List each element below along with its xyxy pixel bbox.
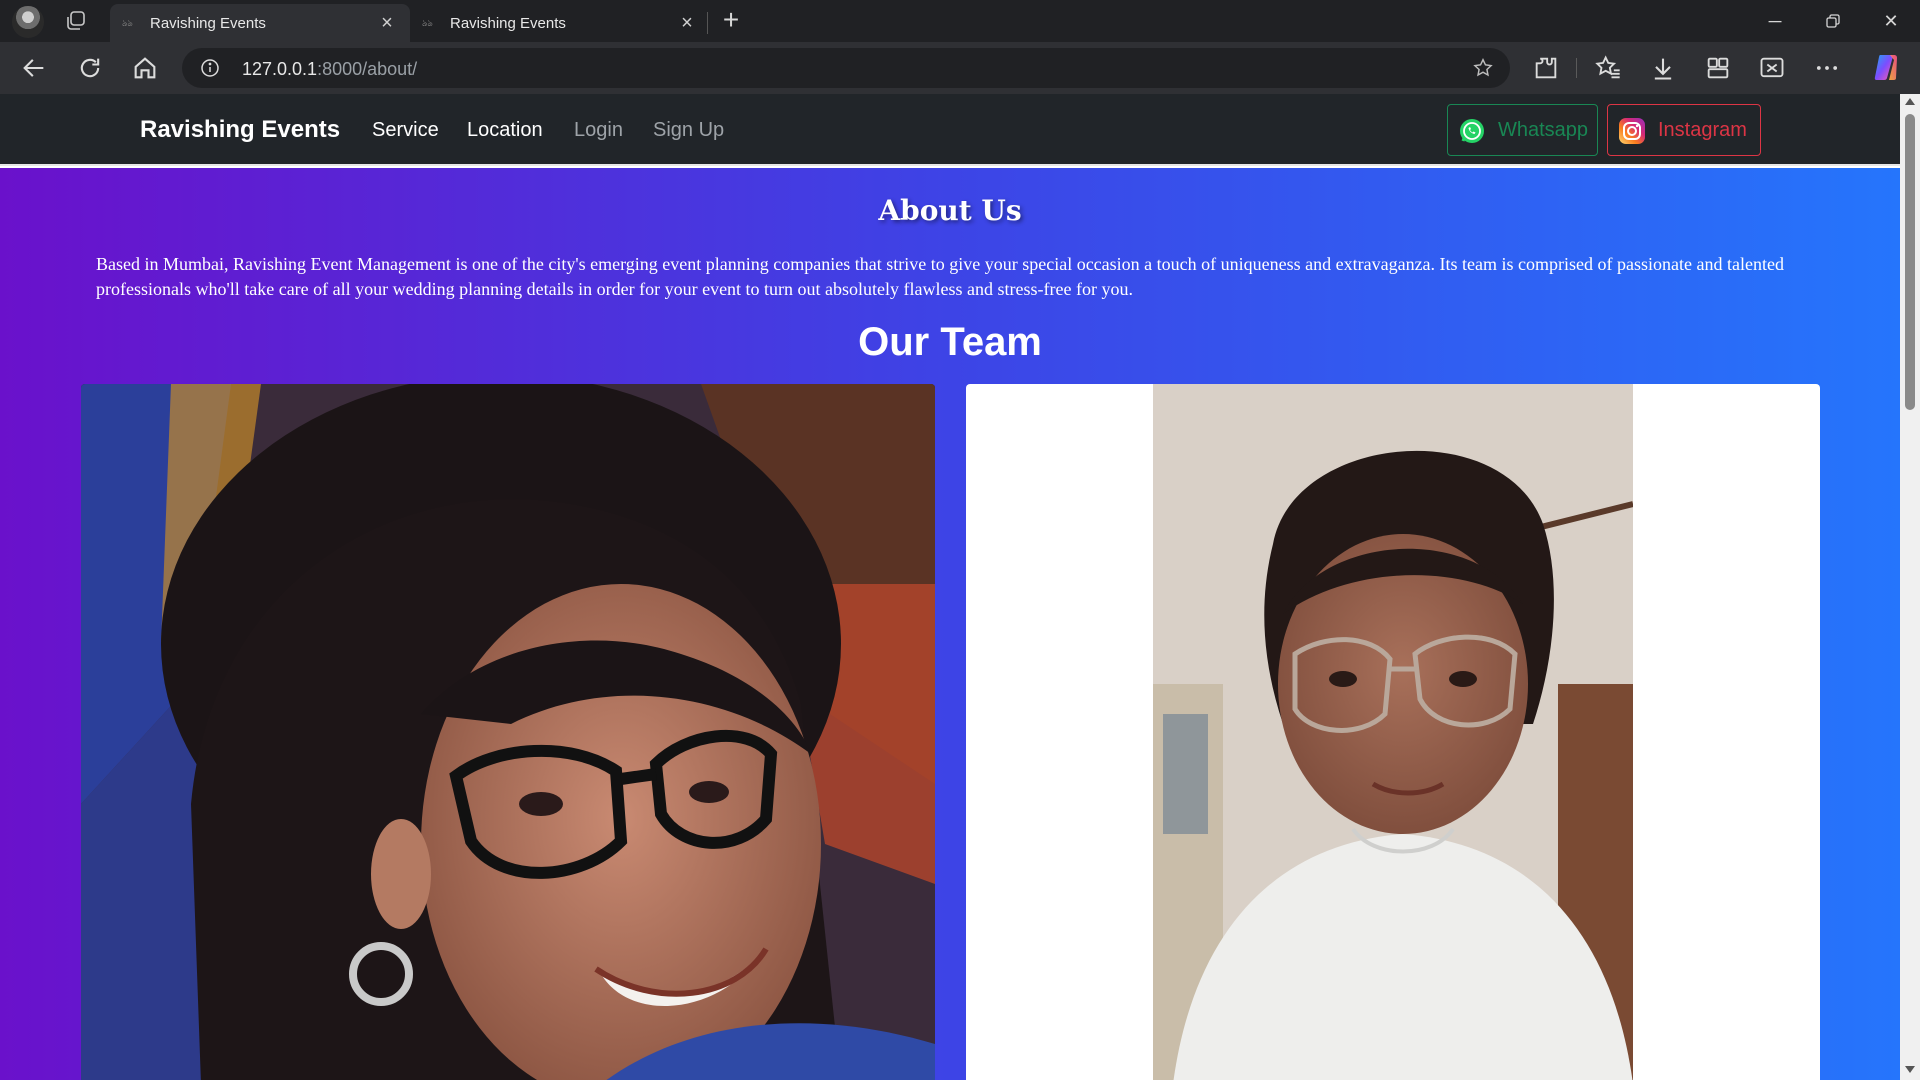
restore-button[interactable]	[1810, 6, 1856, 36]
whatsapp-label: Whatsapp	[1498, 119, 1589, 141]
instagram-label: Instagram	[1658, 119, 1747, 141]
whatsapp-icon	[1460, 119, 1484, 143]
refresh-icon[interactable]	[76, 54, 104, 82]
home-icon[interactable]	[131, 54, 159, 82]
more-icon[interactable]	[1813, 54, 1841, 82]
tab-title: Ravishing Events	[150, 15, 266, 32]
favorite-star-icon[interactable]	[1472, 57, 1494, 79]
tab-divider	[707, 12, 708, 34]
page-scrollbar[interactable]	[1900, 94, 1920, 1080]
site-navbar: Ravishing Events Service Location Login …	[0, 94, 1900, 166]
toolbar-divider	[1576, 58, 1577, 78]
navbar-brand[interactable]: Ravishing Events	[140, 116, 340, 144]
browser-toolbar: 127.0.0.1:8000/about/	[0, 42, 1920, 94]
about-title: About Us	[878, 194, 1022, 227]
tab-favicon-icon: ঌঌ	[422, 18, 433, 28]
tab-title: Ravishing Events	[450, 15, 566, 32]
instagram-button[interactable]: Instagram	[1607, 104, 1761, 156]
scrollbar-thumb[interactable]	[1905, 114, 1915, 410]
team-member-photo-2	[1153, 384, 1633, 1080]
nav-link-service[interactable]: Service	[372, 119, 439, 142]
scroll-up-arrow-icon[interactable]	[1905, 98, 1915, 105]
screenshot-icon[interactable]	[1758, 54, 1786, 82]
favorites-icon[interactable]	[1594, 54, 1622, 82]
tab-favicon-icon: ঌঌ	[122, 18, 133, 28]
nav-link-signup[interactable]: Sign Up	[653, 119, 724, 142]
close-tab-icon[interactable]: ×	[376, 12, 398, 34]
browser-tab-active[interactable]: ঌঌ Ravishing Events ×	[110, 4, 410, 42]
about-description: Based in Mumbai, Ravishing Event Managem…	[96, 254, 1784, 299]
url-path: :8000/about/	[317, 59, 418, 79]
whatsapp-button[interactable]: Whatsapp	[1447, 104, 1598, 156]
back-icon[interactable]	[20, 54, 48, 82]
browser-tab[interactable]: ঌঌ Ravishing Events ×	[410, 4, 710, 42]
nav-link-location[interactable]: Location	[467, 119, 543, 142]
scroll-down-arrow-icon[interactable]	[1905, 1066, 1915, 1073]
browser-tabstrip: ঌঌ Ravishing Events × ঌঌ Ravishing Event…	[0, 0, 1920, 42]
page-viewport: Ravishing Events Service Location Login …	[0, 94, 1920, 1080]
url-text[interactable]: 127.0.0.1:8000/about/	[242, 59, 417, 80]
collections-icon[interactable]	[1704, 54, 1732, 82]
team-member-card-2	[966, 384, 1820, 1080]
instagram-icon	[1619, 118, 1645, 144]
extensions-icon[interactable]	[1532, 54, 1560, 82]
address-bar[interactable]: 127.0.0.1:8000/about/	[182, 48, 1510, 88]
url-host: 127.0.0.1	[242, 59, 318, 79]
copilot-icon[interactable]	[1872, 52, 1902, 82]
minimize-button[interactable]: ─	[1752, 6, 1798, 36]
site-info-icon[interactable]	[200, 58, 220, 78]
team-title: Our Team	[858, 320, 1042, 364]
close-tab-icon[interactable]: ×	[676, 12, 698, 34]
profile-avatar[interactable]	[12, 6, 44, 38]
downloads-icon[interactable]	[1649, 54, 1677, 82]
about-section: About Us Based in Mumbai, Ravishing Even…	[0, 168, 1900, 1080]
team-member-photo-1	[81, 384, 935, 1080]
restore-icon	[1826, 14, 1840, 28]
nav-link-login[interactable]: Login	[574, 119, 623, 142]
team-member-card-1	[81, 384, 935, 1080]
close-window-button[interactable]: ✕	[1868, 6, 1914, 36]
tab-actions-icon[interactable]	[64, 9, 88, 33]
new-tab-button[interactable]: +	[716, 6, 746, 36]
